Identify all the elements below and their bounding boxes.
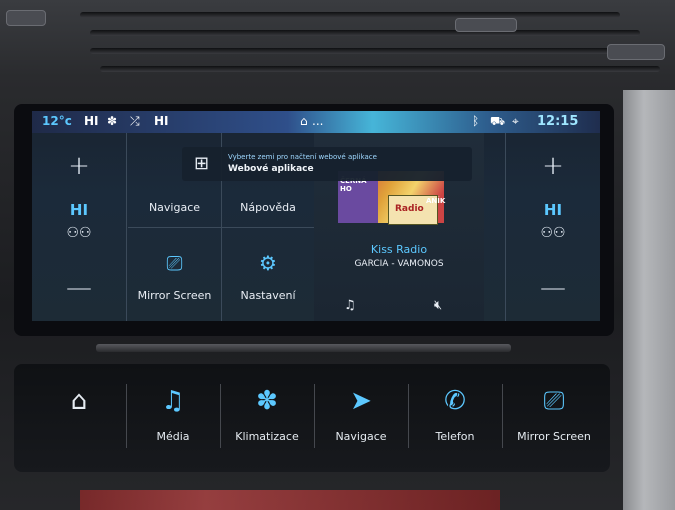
divider-strip xyxy=(96,344,511,352)
location-icon: ⌖ xyxy=(512,114,519,128)
tile-navigace[interactable]: Navigace xyxy=(128,201,221,214)
air-vent-slat xyxy=(100,66,660,72)
notification-title: Webové aplikace xyxy=(228,164,314,174)
tile-nastaveni[interactable]: Nastavení xyxy=(222,289,314,302)
music-icon: ♫ xyxy=(161,386,185,416)
temp-down-button[interactable]: — xyxy=(32,273,126,303)
bottom-trim xyxy=(80,490,500,510)
seat-icon[interactable]: ⚇⚇ xyxy=(32,225,126,241)
air-vent-slat xyxy=(90,48,650,54)
touch-bar: ⌂ ♫ Média ✽ Klimatizace ➤ Navigace ✆ Tel… xyxy=(14,364,610,472)
bluetooth-icon: ᛒ xyxy=(472,114,480,128)
station-name: Kiss Radio xyxy=(370,243,428,256)
touch-label: Mirror Screen xyxy=(517,430,591,443)
touch-phone[interactable]: ✆ Telefon xyxy=(410,364,500,472)
mirror-screen-icon: ⎚ xyxy=(166,251,183,275)
seat-icon[interactable]: ⚇⚇ xyxy=(506,225,600,241)
temp-up-button[interactable]: + xyxy=(32,151,126,181)
temp-level-left: HI xyxy=(69,201,89,219)
temp-level-right: HI xyxy=(543,201,563,219)
car-icon: ⛟ xyxy=(490,114,506,128)
air-vent-slat xyxy=(90,30,640,36)
airflow-icon: ⤮ xyxy=(130,114,140,128)
air-vent-slat xyxy=(80,12,620,18)
touch-label: Navigace xyxy=(335,430,387,443)
touch-label: Média xyxy=(156,430,190,443)
side-trim xyxy=(623,90,675,510)
climate-right: + HI ⚇⚇ — xyxy=(505,133,600,321)
tile-napoveda[interactable]: Nápověda xyxy=(222,201,314,214)
touch-label: Klimatizace xyxy=(235,430,299,443)
home-icon[interactable]: ⌂ xyxy=(300,114,308,128)
outside-temperature: 12°c xyxy=(42,114,72,128)
temp-down-button[interactable]: — xyxy=(506,273,600,303)
apps-grid-icon: ⊞ xyxy=(194,153,210,174)
vent-adjuster[interactable] xyxy=(6,10,46,26)
touch-label: Telefon xyxy=(435,430,475,443)
source-icon[interactable]: ♫ xyxy=(344,298,356,313)
climate-left: + HI ⚇⚇ — xyxy=(32,133,127,321)
navigation-icon: ➤ xyxy=(350,386,372,416)
touch-home[interactable]: ⌂ xyxy=(34,364,124,472)
track-name: GARCIA - VAMONOS xyxy=(354,259,444,269)
home-icon: ⌂ xyxy=(70,386,88,416)
fan-icon: ✽ xyxy=(107,114,118,128)
fan-level-left[interactable]: HI xyxy=(84,114,99,128)
touch-climate[interactable]: ✽ Klimatizace xyxy=(222,364,312,472)
phone-icon: ✆ xyxy=(444,386,466,416)
mute-icon[interactable]: 🔇︎ xyxy=(434,298,442,313)
touch-navigation[interactable]: ➤ Navigace xyxy=(316,364,406,472)
notification-subtitle: Vyberte zemi pro načtení webové aplikace xyxy=(228,153,377,161)
tile-mirror-screen[interactable]: Mirror Screen xyxy=(128,289,221,302)
vent-adjuster[interactable] xyxy=(455,18,517,32)
status-bar: 12°c HI ✽ ⤮ HI ⌂ ... ᛒ ⛟ ⌖ 12:15 xyxy=(32,111,600,133)
touch-media[interactable]: ♫ Média xyxy=(128,364,218,472)
settings-icon: ⚙ xyxy=(259,251,277,275)
vent-adjuster[interactable] xyxy=(607,44,665,60)
mirror-screen-icon: ⎚ xyxy=(543,386,565,416)
fan-level-right[interactable]: HI xyxy=(154,114,169,128)
web-apps-notification[interactable]: ⊞ Vyberte zemi pro načtení webové aplika… xyxy=(182,147,472,181)
fan-icon: ✽ xyxy=(256,386,278,416)
infotainment-screen: 12°c HI ✽ ⤮ HI ⌂ ... ᛒ ⛟ ⌖ 12:15 + HI ⚇⚇… xyxy=(32,111,600,321)
page-dots: ... xyxy=(312,114,324,128)
temp-up-button[interactable]: + xyxy=(506,151,600,181)
clock: 12:15 xyxy=(537,114,579,129)
album-art-text: Radio xyxy=(395,204,424,214)
touch-mirror-screen[interactable]: ⎚ Mirror Screen xyxy=(504,364,604,472)
album-art-text: ANÍK xyxy=(426,197,446,205)
